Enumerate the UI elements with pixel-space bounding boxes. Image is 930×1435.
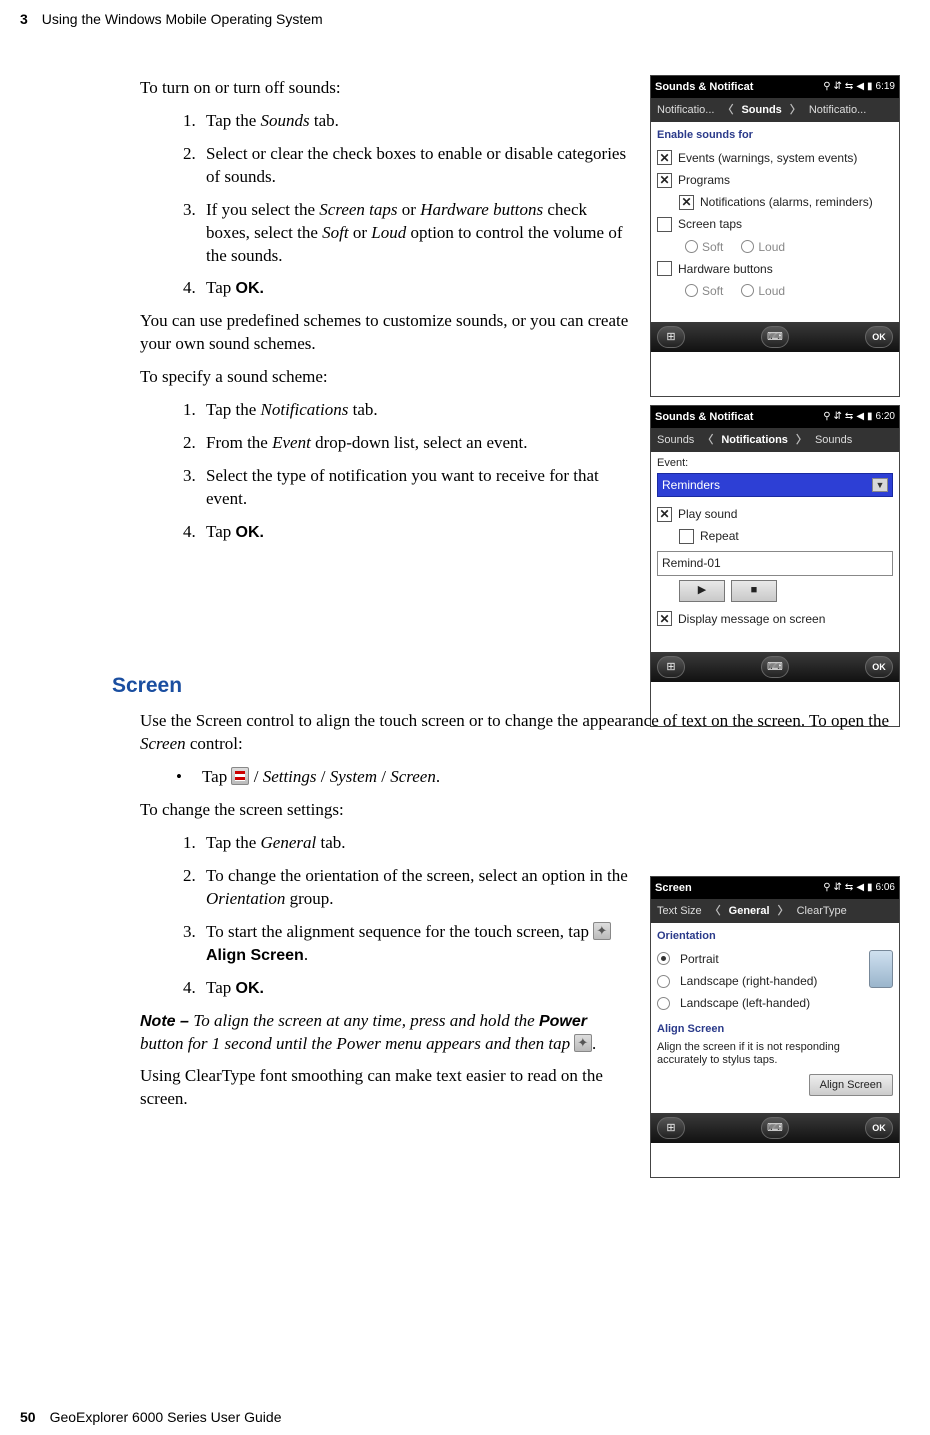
device-navbar: ⊞ ⌨ OK <box>651 1113 899 1143</box>
align-icon <box>574 1034 592 1052</box>
main-content: To turn on or turn off sounds: Tap the S… <box>140 77 900 1111</box>
bullet: Tap / Settings / System / Screen. <box>198 766 630 789</box>
intro-sounds: To turn on or turn off sounds: <box>140 77 630 100</box>
step: Select the type of notification you want… <box>200 465 630 511</box>
page-number: 50 <box>20 1409 36 1425</box>
align-icon <box>593 922 611 940</box>
step: To start the alignment sequence for the … <box>200 921 630 967</box>
running-header: 3 Using the Windows Mobile Operating Syst… <box>20 10 900 29</box>
screen-intro: Use the Screen control to align the touc… <box>140 710 900 756</box>
step: Tap OK. <box>200 977 630 1000</box>
step: Tap the Notifications tab. <box>200 399 630 422</box>
intro-screen-settings: To change the screen settings: <box>140 799 630 822</box>
chapter-number: 3 <box>20 11 28 27</box>
step: Tap OK. <box>200 277 630 300</box>
step: Tap OK. <box>200 521 630 544</box>
screen-heading: Screen <box>112 672 900 700</box>
start-button[interactable]: ⊞ <box>657 1117 685 1139</box>
cleartype-para: Using ClearType font smoothing can make … <box>140 1065 630 1111</box>
step: If you select the Screen taps or Hardwar… <box>200 199 630 268</box>
step: To change the orientation of the screen,… <box>200 865 630 911</box>
step: Select or clear the check boxes to enabl… <box>200 143 630 189</box>
note: Note – To align the screen at any time, … <box>140 1010 630 1056</box>
step: Tap the Sounds tab. <box>200 110 630 133</box>
open-screen-bullet: Tap / Settings / System / Screen. <box>140 766 630 789</box>
step: Tap the General tab. <box>200 832 630 855</box>
start-flag-icon <box>231 767 249 785</box>
page: 3 Using the Windows Mobile Operating Syst… <box>0 0 930 1435</box>
footer: 50 GeoExplorer 6000 Series User Guide <box>20 1408 281 1427</box>
book-title: GeoExplorer 6000 Series User Guide <box>50 1409 282 1425</box>
ok-button[interactable]: OK <box>865 1117 893 1139</box>
sounds-steps: Tap the Sounds tab. Select or clear the … <box>140 110 630 301</box>
keyboard-button[interactable]: ⌨ <box>761 1117 789 1139</box>
step: From the Event drop-down list, select an… <box>200 432 630 455</box>
scheme-steps: Tap the Notifications tab. From the Even… <box>140 399 630 544</box>
chapter-title: Using the Windows Mobile Operating Syste… <box>42 11 323 27</box>
para-predefined: You can use predefined schemes to custom… <box>140 310 630 356</box>
screen-steps: Tap the General tab. To change the orien… <box>140 832 630 1000</box>
intro-scheme: To specify a sound scheme: <box>140 366 630 389</box>
